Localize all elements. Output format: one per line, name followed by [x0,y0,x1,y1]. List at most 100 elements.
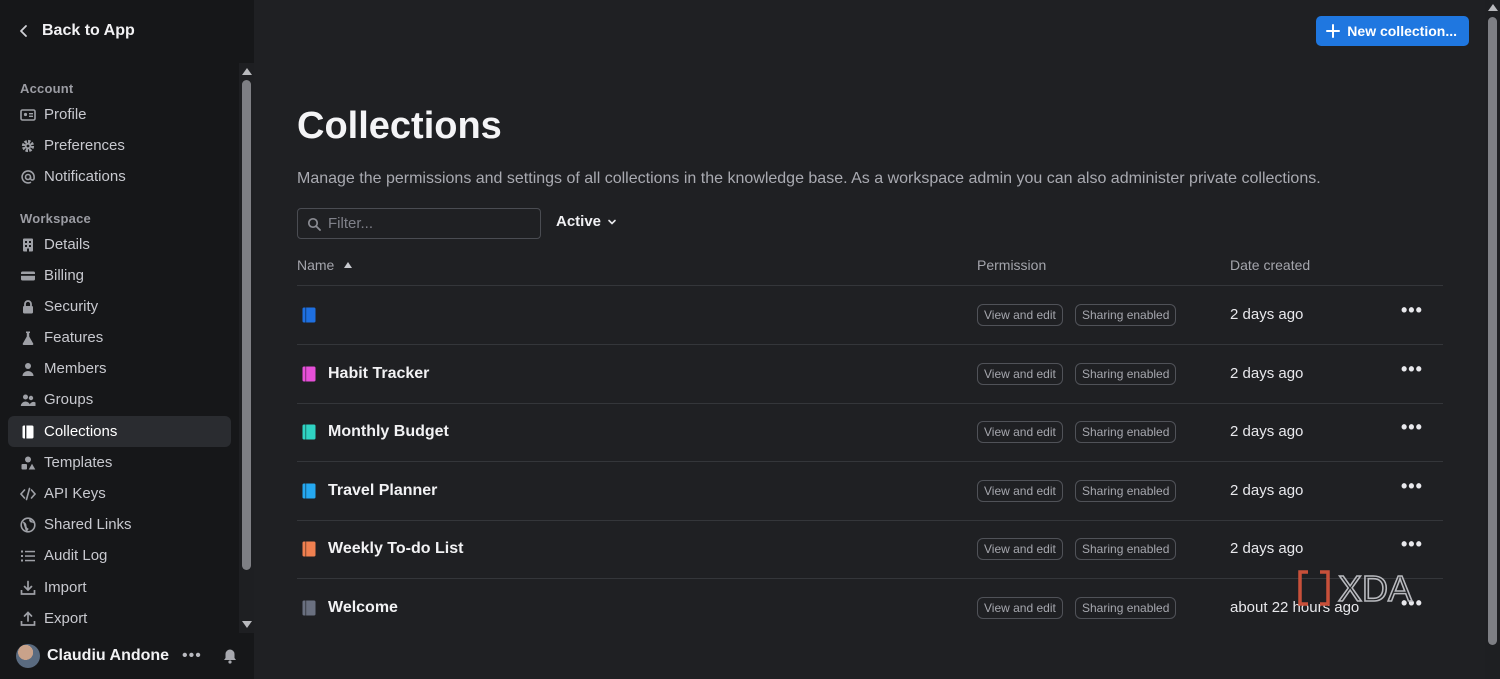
permission-badge: View and edit [977,304,1063,326]
nav-item-security[interactable]: Security [8,291,231,322]
permission-badge: View and edit [977,421,1063,444]
date-created: 2 days ago [1230,306,1304,323]
bell-icon[interactable] [222,648,238,664]
filter-field[interactable] [297,208,541,239]
new-collection-button[interactable]: New collection... [1316,16,1469,46]
group-icon [20,392,36,408]
building-icon [20,237,36,253]
table-row[interactable]: Weekly To-do List View and edit Sharing … [297,520,1443,578]
row-more-options-icon[interactable]: ••• [1401,359,1423,380]
table-row[interactable]: Habit Tracker View and edit Sharing enab… [297,345,1443,403]
collection-name[interactable]: Welcome [328,599,398,617]
nav-item-billing[interactable]: Billing [8,260,231,291]
user-icon [20,361,36,377]
table-row[interactable]: Welcome View and edit Sharing enabled ab… [297,579,1443,637]
collection-icon [302,483,316,499]
nav-item-audit-log[interactable]: Audit Log [8,540,231,571]
nav-item-templates[interactable]: Templates [8,447,231,478]
nav-item-label: Details [44,236,90,253]
nav-item-label: Export [44,610,88,627]
nav-item-label: Import [44,579,87,596]
nav-item-label: Groups [44,391,94,408]
nav-item-api-keys[interactable]: API Keys [8,478,231,509]
nav-item-label: Collections [44,423,118,440]
nav-item-label: Audit Log [44,547,108,564]
nav-item-collections[interactable]: Collections [8,416,231,447]
nav-item-label: Features [44,329,104,346]
collection-icon [302,600,316,616]
sidebar-scrollbar[interactable] [239,63,254,633]
collection-name[interactable]: Weekly To-do List [328,540,463,558]
nav-item-notifications[interactable]: Notifications [8,161,231,192]
scroll-down-arrow-icon[interactable] [242,621,252,628]
profile-icon [20,107,36,123]
chevron-down-icon [608,219,616,225]
nav-item-members[interactable]: Members [8,353,231,384]
nav-item-label: Members [44,360,107,377]
nav-item-label: Profile [44,106,87,123]
page-description: Manage the permissions and settings of a… [297,170,1321,187]
avatar[interactable] [16,644,40,668]
export-icon [20,610,36,627]
nav-item-label: API Keys [44,485,106,502]
page-scroll-thumb[interactable] [1488,17,1497,645]
user-menu[interactable]: Claudiu Andone ••• [0,640,254,672]
user-name[interactable]: Claudiu Andone [47,647,169,665]
permission-badge: View and edit [977,538,1063,561]
sidebar-scroll-thumb[interactable] [242,80,251,570]
list-icon [20,548,36,564]
status-filter-value: Active [556,213,602,230]
row-more-options-icon[interactable]: ••• [1401,534,1423,555]
collection-name[interactable]: Monthly Budget [328,423,449,441]
table-row[interactable]: View and edit Sharing enabled 2 days ago… [297,286,1443,344]
nav-item-label: Preferences [44,137,125,154]
column-header-name[interactable]: Name [297,257,353,273]
more-options-icon[interactable]: ••• [182,647,202,665]
collection-icon [302,366,316,382]
sharing-badge: Sharing enabled [1075,362,1177,385]
table-row[interactable]: Travel Planner View and edit Sharing ena… [297,462,1443,520]
watermark-text: XDA [1338,570,1412,606]
xda-watermark-logo: XDA [1298,570,1413,606]
sidebar: Back to App Account Profile Preferences … [0,0,254,679]
nav-item-import[interactable]: Import [8,572,231,603]
nav-item-details[interactable]: Details [8,229,231,260]
nav-item-label: Templates [44,454,113,471]
back-label: Back to App [42,22,135,39]
row-more-options-icon[interactable]: ••• [1401,476,1423,497]
collection-name[interactable]: Habit Tracker [328,365,429,383]
flask-icon [20,330,36,346]
back-to-app-link[interactable]: Back to App [16,18,135,44]
scroll-up-arrow-icon[interactable] [242,68,252,75]
nav-item-preferences[interactable]: Preferences [8,130,231,161]
status-filter-dropdown[interactable]: Active [556,213,617,230]
sharing-badge: Sharing enabled [1075,538,1177,561]
date-created: 2 days ago [1230,364,1304,382]
page-scrollbar[interactable] [1485,0,1500,679]
nav-item-profile[interactable]: Profile [8,99,231,130]
globe-icon [20,516,36,533]
nav-item-groups[interactable]: Groups [8,384,231,415]
column-header-date[interactable]: Date created [1230,257,1310,273]
permission-badge: View and edit [977,597,1063,619]
import-icon [20,580,36,596]
collection-name[interactable]: Travel Planner [328,482,437,500]
nav-item-label: Security [44,298,99,315]
nav-item-features[interactable]: Features [8,322,231,353]
nav-item-shared-links[interactable]: Shared Links [8,509,231,540]
search-icon [307,217,321,231]
nav-item-label: Billing [44,267,85,284]
nav-item-label: Notifications [44,168,126,185]
column-header-permission[interactable]: Permission [977,257,1046,273]
sort-ascending-icon [344,262,353,268]
sharing-badge: Sharing enabled [1075,304,1177,326]
chevron-left-icon [20,25,27,37]
collection-icon [302,541,316,557]
table-row[interactable]: Monthly Budget View and edit Sharing ena… [297,403,1443,461]
scroll-up-arrow-icon[interactable] [1488,4,1498,11]
row-more-options-icon[interactable]: ••• [1401,300,1423,321]
filter-input[interactable] [328,213,528,234]
gear-icon [20,138,36,154]
row-more-options-icon[interactable]: ••• [1401,417,1423,438]
nav-item-export[interactable]: Export [8,603,231,632]
